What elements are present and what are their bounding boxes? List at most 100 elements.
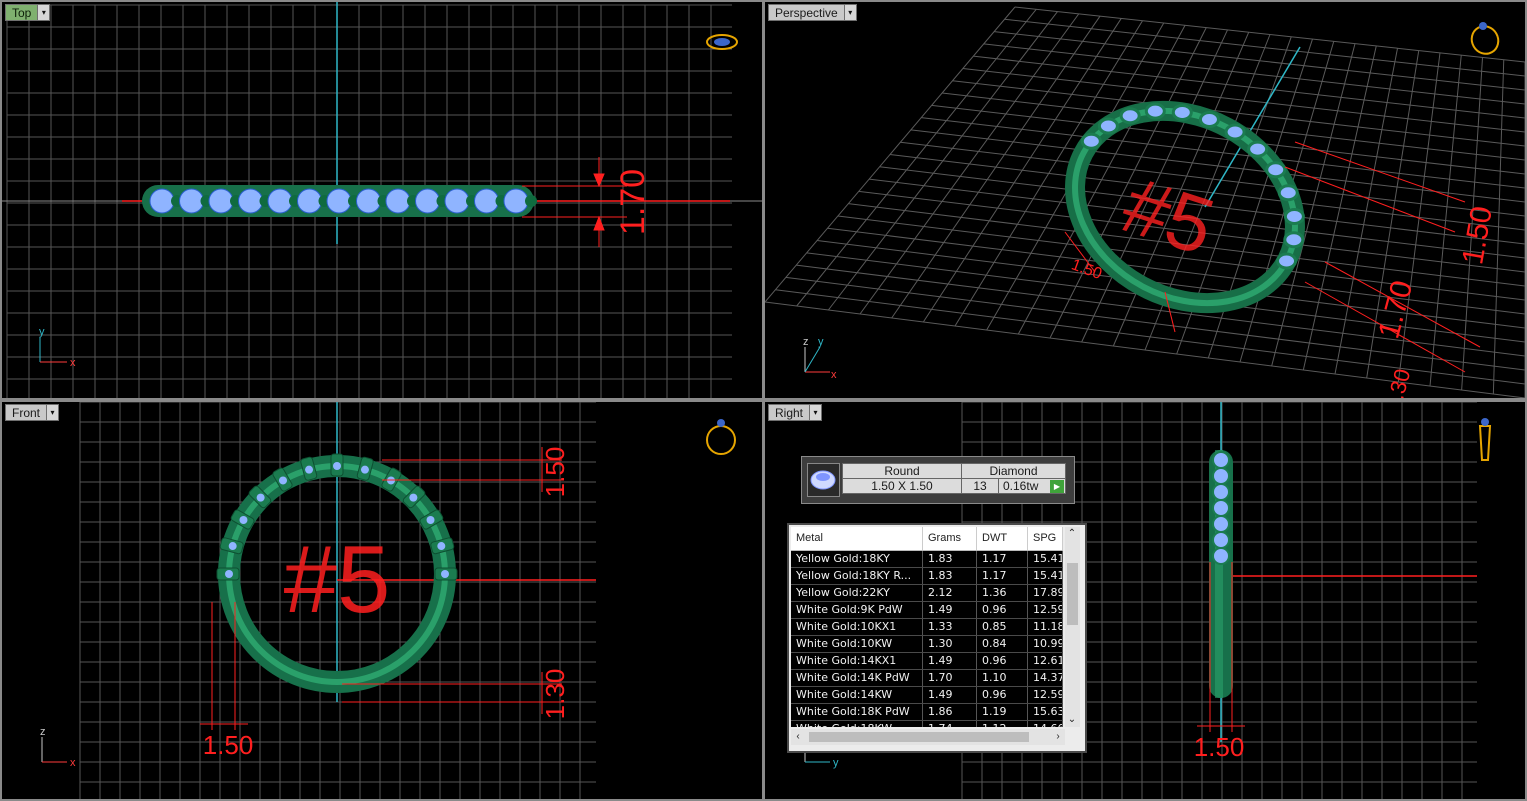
table-cell: 1.17 [977, 568, 1028, 584]
tab-top[interactable]: Top ▾ [5, 4, 51, 21]
table-cell: 1.83 [923, 551, 977, 567]
viewport-front[interactable]: #5 1.50 1.30 1.50 z x Front ▾ [2, 402, 762, 799]
chevron-down-icon[interactable]: ▾ [46, 404, 60, 421]
table-row[interactable]: White Gold:14KW 1.49 0.96 12.59 [791, 687, 1063, 704]
table-cell: White Gold:14K PdW [791, 670, 923, 686]
table-cell: 15.63 [1028, 704, 1063, 720]
table-cell: White Gold:9K PdW [791, 602, 923, 618]
prong [525, 195, 537, 207]
table-cell: 17.89 [1028, 585, 1063, 601]
stone-perspective [1144, 102, 1166, 120]
stone-front [305, 465, 314, 474]
horizontal-scrollbar[interactable]: ‹ › [791, 729, 1065, 745]
top-view-canvas: 1.70 y x [2, 2, 762, 398]
round-diamond-icon [807, 463, 840, 497]
svg-text:1.30: 1.30 [540, 669, 570, 720]
stone-top [356, 188, 381, 214]
tab-right[interactable]: Right ▾ [768, 404, 823, 421]
stone-right [1212, 547, 1230, 565]
play-icon[interactable]: ▶ [1050, 480, 1064, 493]
table-row[interactable]: White Gold:18KW1.741.1214.66 [791, 721, 1063, 727]
scroll-right-icon[interactable]: › [1051, 730, 1065, 744]
stone-front [239, 516, 248, 524]
viewport-right[interactable]: 1.50 z y Right ▾ Round Diamond 1.50 X 1.… [765, 402, 1525, 799]
table-cell: 15.41 [1028, 568, 1063, 584]
stone-count: 13 [961, 478, 999, 494]
dimension-lines [522, 157, 627, 247]
table-cell: 1.49 [923, 602, 977, 618]
table-cell: 1.70 [923, 670, 977, 686]
metal-weight-table[interactable]: Metal Grams DWT SPG Yellow Gold:18KY 1.83… [787, 523, 1087, 753]
table-row[interactable]: White Gold:9K PdW 1.49 0.96 12.59 [791, 602, 1063, 619]
table-cell: 1.86 [923, 704, 977, 720]
stone-material: Diamond [961, 463, 1066, 479]
svg-text:y: y [39, 326, 45, 338]
table-cell: 14.37 [1028, 670, 1063, 686]
viewport-top[interactable]: 1.70 y x Top ▾ [2, 2, 762, 398]
table-cell: 12.59 [1028, 602, 1063, 618]
viewport-perspective[interactable]: #5 1.50 1.70 1.50 1.30 z y x Perspective… [765, 2, 1525, 398]
svg-text:z: z [803, 336, 809, 348]
table-row[interactable]: White Gold:18K PdW 1.86 1.19 15.63 [791, 704, 1063, 721]
table-cell: 1.83 [923, 568, 977, 584]
stone-perspective [1119, 107, 1141, 125]
table-cell: 15.41 [1028, 551, 1063, 567]
table-cell: White Gold:10KX1 [791, 619, 923, 635]
stone-top [415, 188, 440, 214]
stone-perspective [1080, 132, 1102, 150]
table-cell: 0.96 [977, 602, 1028, 618]
table-row[interactable]: Yellow Gold:18KY 1.83 1.17 15.41 [791, 551, 1063, 568]
svg-text:1.30: 1.30 [1380, 366, 1415, 398]
scroll-left-icon[interactable]: ‹ [791, 730, 805, 744]
tab-front[interactable]: Front ▾ [5, 404, 60, 421]
table-row[interactable]: White Gold:10KW 1.30 0.84 10.99 [791, 636, 1063, 653]
table-body: Yellow Gold:18KY 1.83 1.17 15.41 Yellow Gold… [791, 551, 1063, 727]
stone-top [474, 188, 499, 214]
stone-right [1212, 467, 1230, 485]
stone-top [503, 188, 529, 214]
stone-front [437, 542, 446, 551]
table-row[interactable]: White Gold:14KX1 1.49 0.96 12.61 [791, 653, 1063, 670]
axis-gizmo: y x [39, 326, 76, 369]
scroll-down-icon[interactable]: ⌄ [1065, 713, 1079, 727]
view-cube-icon[interactable] [1478, 418, 1492, 461]
svg-text:1.50: 1.50 [1194, 732, 1245, 762]
chevron-down-icon[interactable]: ▾ [809, 404, 823, 421]
svg-text:x: x [70, 757, 76, 769]
ring-right-view [1209, 450, 1233, 698]
stone-top [326, 188, 352, 214]
stone-perspective [1247, 140, 1269, 158]
table-cell: White Gold:14KW [791, 687, 923, 703]
svg-text:x: x [831, 369, 837, 381]
table-cell: Yellow Gold:18KY R... [791, 568, 923, 584]
table-row[interactable]: White Gold:10KX1 1.33 0.85 11.18 [791, 619, 1063, 636]
svg-text:1.50: 1.50 [203, 730, 254, 760]
table-cell: 1.74 [923, 721, 977, 727]
stone-perspective [1224, 123, 1246, 141]
vertical-scrollbar[interactable]: ⌃ ⌄ [1065, 527, 1080, 727]
table-cell: 1.12 [977, 721, 1028, 727]
table-cell: 14.66 [1028, 721, 1063, 727]
scroll-up-icon[interactable]: ⌃ [1065, 527, 1079, 541]
table-cell: 2.12 [923, 585, 977, 601]
chevron-down-icon[interactable]: ▾ [37, 4, 51, 21]
table-cell: 1.10 [977, 670, 1028, 686]
stone-perspective [1283, 231, 1305, 249]
perspective-view-canvas: #5 1.50 1.70 1.50 1.30 z y x [765, 6, 1525, 398]
stone-shape: Round [842, 463, 962, 479]
stone-top [208, 188, 234, 214]
stone-size: 1.50 X 1.50 [842, 478, 962, 494]
stone-top [444, 188, 470, 214]
view-cube-icon[interactable] [1467, 21, 1504, 58]
table-row[interactable]: Yellow Gold:18KY R... 1.83 1.17 15.41 [791, 568, 1063, 585]
view-cube-icon[interactable] [706, 419, 736, 455]
table-row[interactable]: Yellow Gold:22KY 2.12 1.36 17.89 [791, 585, 1063, 602]
stone-weight: 0.16tw [1003, 479, 1039, 493]
tab-perspective[interactable]: Perspective ▾ [768, 4, 857, 21]
chevron-down-icon[interactable]: ▾ [843, 4, 857, 21]
table-row[interactable]: White Gold:14K PdW 1.70 1.10 14.37 [791, 670, 1063, 687]
axis-gizmo: z x [40, 726, 76, 769]
stone-top [267, 188, 293, 214]
stone-perspective [1283, 208, 1305, 226]
table-cell: 12.59 [1028, 687, 1063, 703]
